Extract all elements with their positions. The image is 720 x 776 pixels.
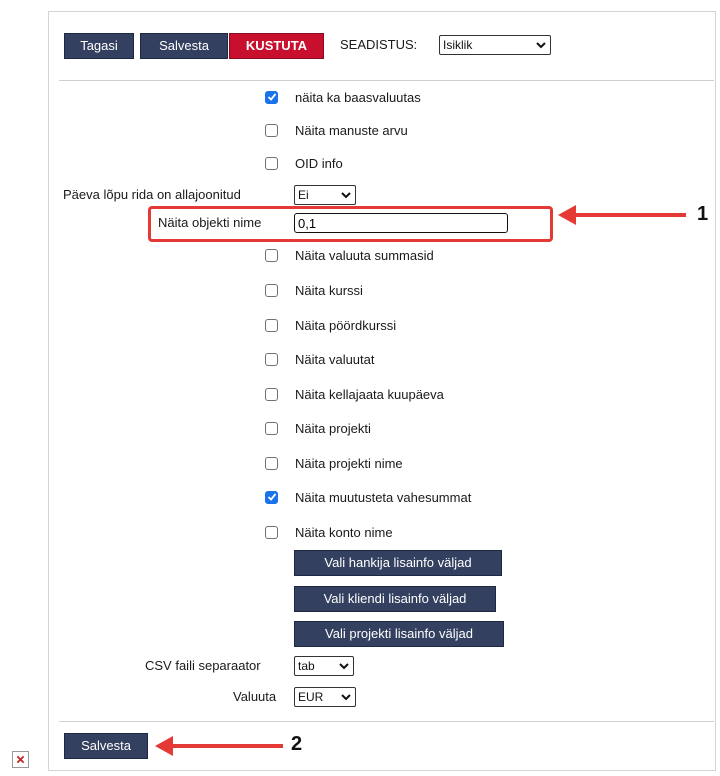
checkbox[interactable] [265, 352, 278, 366]
annotation-number-1: 1 [697, 203, 709, 225]
checkbox-row[interactable]: Näita pöördkurssi [265, 315, 396, 335]
save-button-top[interactable]: Salvesta [140, 33, 228, 59]
check-icon [267, 93, 276, 101]
delete-button[interactable]: KUSTUTA [229, 33, 324, 59]
checkbox[interactable] [265, 490, 278, 504]
checkbox[interactable] [265, 90, 278, 104]
chevron-down-icon [341, 694, 351, 701]
divider [59, 80, 714, 81]
day-end-select[interactable]: Ei [294, 185, 356, 205]
checkbox-label: OID info [295, 155, 343, 171]
annotation-arrow-1-icon [558, 205, 686, 225]
checkbox-row[interactable]: Näita valuutat [265, 349, 375, 369]
checkbox-row[interactable]: Näita konto nime [265, 522, 393, 542]
annotation-arrow-2-icon [155, 736, 283, 756]
checkbox-label: Näita manuste arvu [295, 122, 408, 138]
csv-separator-select-value: tab [298, 659, 315, 673]
checkbox[interactable] [265, 123, 278, 137]
checkbox-label: Näita muutusteta vahesummat [295, 489, 472, 505]
checkbox-label: Näita kurssi [295, 282, 363, 298]
close-icon [16, 755, 25, 764]
checkbox-row[interactable]: OID info [265, 153, 343, 173]
setting-select-value: Isiklik [443, 38, 473, 52]
checkbox[interactable] [265, 283, 278, 297]
checkbox-row[interactable]: Näita manuste arvu [265, 120, 408, 140]
checkbox-label: Näita valuutat [295, 351, 375, 367]
checkbox[interactable] [265, 318, 278, 332]
broken-image-icon [12, 751, 29, 768]
checkbox-row[interactable]: Näita kellajaata kuupäeva [265, 384, 444, 404]
checkbox[interactable] [265, 421, 278, 435]
checkbox[interactable] [265, 387, 278, 401]
checkbox-row[interactable]: Näita muutusteta vahesummat [265, 487, 471, 507]
customer-info-fields-button[interactable]: Vali kliendi lisainfo väljad [294, 586, 496, 612]
chevron-down-icon [536, 42, 546, 49]
currency-select[interactable]: EUR [294, 687, 356, 707]
currency-label: Valuuta [233, 689, 277, 704]
csv-separator-select[interactable]: tab [294, 656, 354, 676]
checkbox-row[interactable]: Näita projekti [265, 418, 371, 438]
project-info-fields-button[interactable]: Vali projekti lisainfo väljad [294, 621, 504, 647]
setting-select[interactable]: Isiklik [439, 35, 551, 55]
currency-select-value: EUR [298, 690, 324, 704]
checkbox-row[interactable]: Näita kurssi [265, 280, 363, 300]
checkbox-label: Näita projekti nime [295, 455, 403, 471]
checkbox-label: Näita pöördkurssi [295, 317, 397, 333]
divider [59, 721, 714, 722]
checkbox-label: Näita valuuta summasid [295, 247, 434, 263]
back-button[interactable]: Tagasi [64, 33, 134, 59]
day-end-label: Päeva lõpu rida on allajoonitud [63, 187, 241, 202]
checkbox-label: Näita konto nime [295, 524, 393, 540]
chevron-down-icon [341, 192, 351, 199]
checkbox[interactable] [265, 456, 278, 470]
day-end-select-value: Ei [298, 188, 309, 202]
checkbox[interactable] [265, 525, 278, 539]
supplier-info-fields-button[interactable]: Vali hankija lisainfo väljad [294, 550, 502, 576]
csv-separator-label: CSV faili separaator [145, 658, 261, 673]
setting-label: SEADISTUS: [340, 37, 418, 52]
checkbox-label: Näita projekti [295, 420, 371, 436]
checkbox-row[interactable]: Näita valuuta summasid [265, 245, 434, 265]
checkbox-label: näita ka baasvaluutas [295, 89, 421, 105]
checkbox[interactable] [265, 248, 278, 262]
checkbox-row[interactable]: näita ka baasvaluutas [265, 87, 421, 107]
chevron-down-icon [339, 663, 349, 670]
checkbox-row[interactable]: Näita projekti nime [265, 453, 403, 473]
checkbox-label: Näita kellajaata kuupäeva [295, 386, 444, 402]
check-icon [267, 493, 276, 501]
save-button-bottom[interactable]: Salvesta [64, 733, 148, 759]
checkbox[interactable] [265, 156, 278, 170]
annotation-number-2: 2 [291, 733, 303, 755]
highlight-box [148, 206, 553, 242]
